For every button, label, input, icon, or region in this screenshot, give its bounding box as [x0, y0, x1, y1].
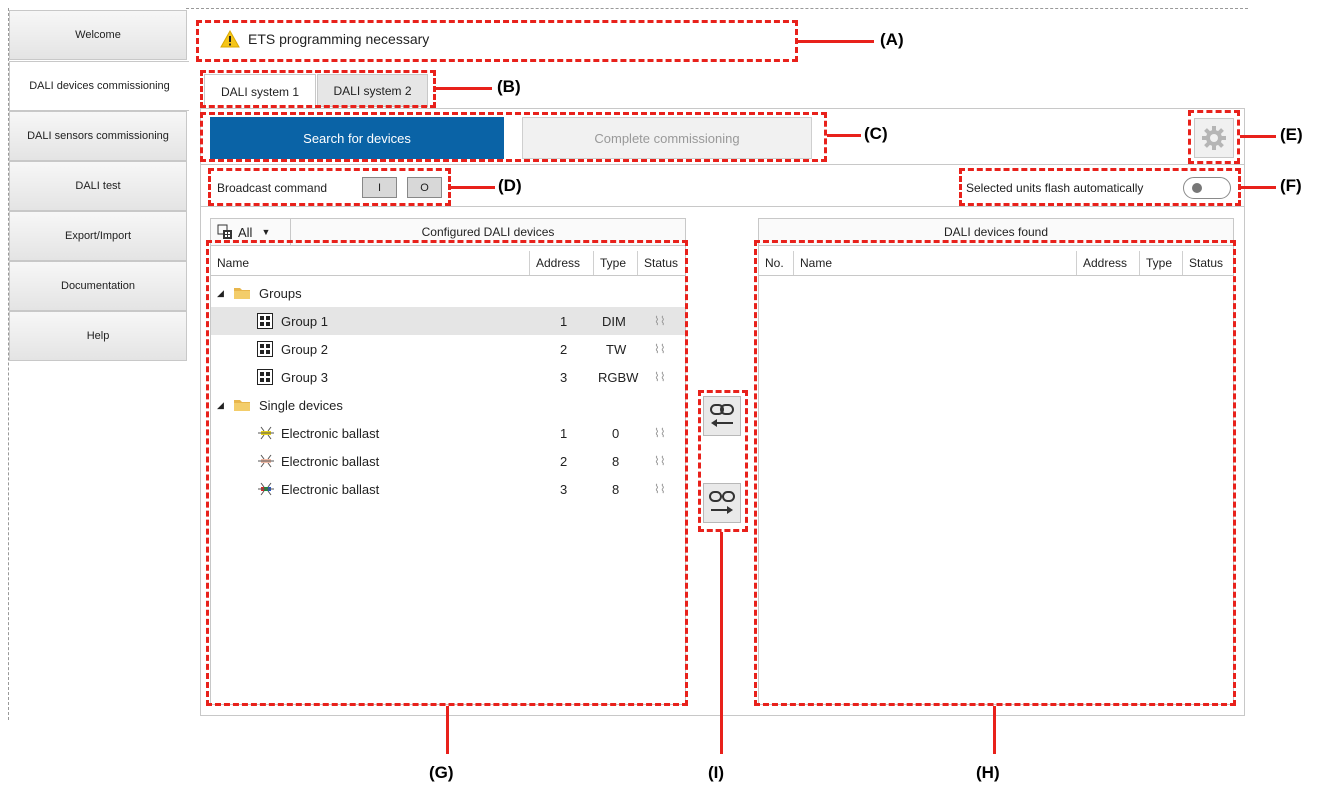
- annotation-box-c: [200, 112, 827, 162]
- annotation-box-a: [196, 20, 798, 62]
- annotation-box-d: [208, 168, 451, 206]
- annotation-leader-b: [436, 87, 492, 90]
- separator: [200, 164, 1245, 165]
- annotation-leader-d: [451, 186, 495, 189]
- sidebar: Welcome DALI devices commissioning DALI …: [8, 8, 189, 720]
- callout-e: (E): [1280, 125, 1303, 144]
- callout-g: (G): [429, 763, 454, 782]
- annotation-box-f: [959, 168, 1241, 206]
- sidebar-item-label: DALI test: [75, 180, 121, 192]
- annotation-leader-e: [1240, 135, 1276, 138]
- annotation-leader-f: [1241, 186, 1276, 189]
- annotation-leader-c: [827, 134, 861, 137]
- separator: [200, 206, 1245, 207]
- annotation-box-h: [754, 240, 1236, 706]
- sidebar-item-dali-sensors-commissioning[interactable]: DALI sensors commissioning: [9, 111, 187, 161]
- sidebar-item-welcome[interactable]: Welcome: [9, 10, 187, 60]
- sidebar-item-label: Help: [86, 330, 110, 342]
- sidebar-item-label: DALI sensors commissioning: [27, 130, 169, 142]
- annotation-box-e: [1188, 110, 1240, 164]
- device-filter-icon: [217, 224, 232, 239]
- annotation-box-g: [206, 240, 688, 706]
- callout-f: (F): [1280, 176, 1302, 195]
- callout-c: (C): [864, 124, 888, 143]
- sidebar-item-export-import[interactable]: Export/Import: [9, 211, 187, 261]
- annotation-leader-i: [720, 532, 723, 754]
- annotation-box-b: [200, 70, 436, 108]
- sidebar-item-dali-test[interactable]: DALI test: [9, 161, 187, 211]
- callout-b: (B): [497, 77, 521, 96]
- annotation-box-i: [698, 390, 748, 532]
- annotation-leader-a: [798, 40, 874, 43]
- sidebar-item-help[interactable]: Help: [9, 311, 187, 361]
- sidebar-item-label: Documentation: [61, 280, 135, 292]
- sidebar-item-dali-devices-commissioning[interactable]: DALI devices commissioning: [9, 61, 189, 111]
- chevron-down-icon: ▼: [261, 227, 271, 237]
- callout-h: (H): [976, 763, 1000, 782]
- callout-i: (I): [708, 763, 725, 782]
- sidebar-item-label: Welcome: [75, 29, 121, 41]
- sidebar-item-label: Export/Import: [64, 230, 132, 242]
- callout-d: (D): [498, 176, 522, 195]
- sidebar-item-documentation[interactable]: Documentation: [9, 261, 187, 311]
- annotation-leader-g: [446, 706, 449, 754]
- callout-a: (A): [880, 30, 904, 49]
- top-border: [186, 8, 1248, 9]
- annotation-leader-h: [993, 706, 996, 754]
- filter-label: All: [238, 224, 253, 240]
- sidebar-item-label: DALI devices commissioning: [29, 80, 170, 92]
